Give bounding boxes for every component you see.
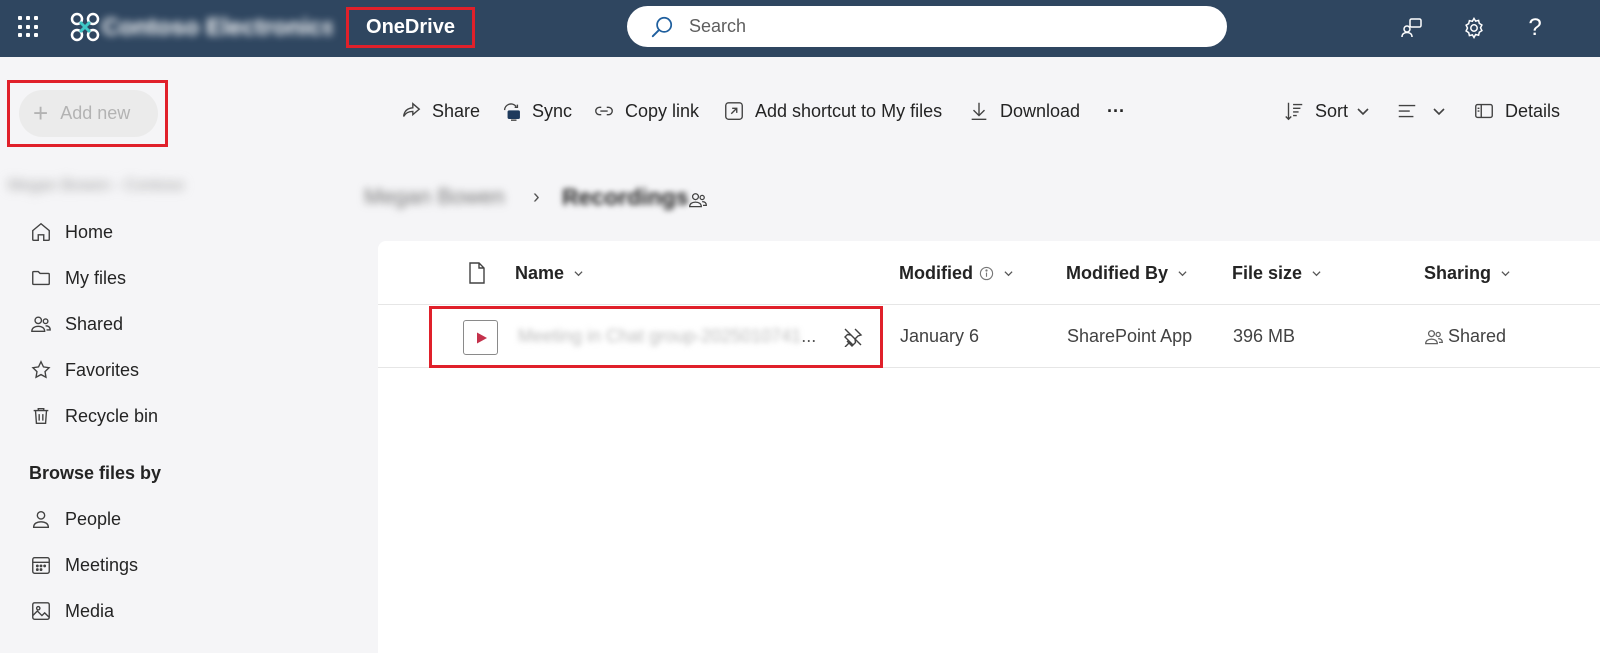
sort-label: Sort (1315, 100, 1349, 121)
org-logo-icon (70, 12, 100, 42)
chevron-down-icon (1004, 271, 1013, 277)
sync-label: Sync (532, 100, 573, 121)
file-type-icon[interactable] (467, 262, 487, 284)
copy-link-button[interactable]: Copy link (593, 96, 699, 126)
nav-meetings-label: Meetings (65, 554, 139, 575)
download-button[interactable]: Download (968, 96, 1080, 126)
nav-meetings[interactable]: Meetings (30, 550, 138, 580)
chevron-down-icon (1178, 271, 1187, 277)
download-label: Download (1000, 100, 1081, 121)
nav-my-files[interactable]: My files (30, 263, 126, 293)
search-icon (651, 16, 673, 37)
add-shortcut-button[interactable]: Add shortcut to My files (723, 96, 942, 126)
chevron-down-icon (1312, 271, 1321, 277)
breadcrumb-parent[interactable]: Megan Bowen (364, 184, 524, 212)
breadcrumb-separator-icon: › (533, 186, 540, 208)
top-bar: Contoso Electronics OneDrive ? (0, 0, 1600, 57)
pin-off-icon[interactable] (843, 327, 863, 347)
image-icon (32, 602, 50, 620)
help-icon[interactable]: ? (1521, 14, 1549, 42)
app-title[interactable]: OneDrive (346, 7, 475, 48)
add-new-label: Add new (60, 103, 131, 123)
table-row[interactable]: Meeting in Chat group-2025010741... Janu… (378, 306, 1600, 368)
details-button[interactable]: Details (1473, 96, 1560, 126)
sort-icon (1285, 102, 1303, 121)
download-icon (971, 102, 987, 120)
breadcrumb-current: Recordings (562, 184, 689, 210)
star-icon (31, 360, 51, 379)
column-sharing[interactable]: Sharing (1424, 263, 1510, 284)
trash-icon (33, 407, 49, 425)
add-new-highlight: + Add new (7, 80, 168, 147)
folder-icon (32, 270, 50, 286)
modified-date: January 6 (900, 326, 980, 346)
file-name-highlight: Meeting in Chat group-2025010741... (429, 306, 883, 368)
file-size-value: 396 MB (1233, 326, 1296, 346)
nav-media[interactable]: Media (30, 596, 114, 626)
share-icon (402, 102, 421, 117)
info-icon (979, 266, 994, 281)
chevron-down-icon (1501, 271, 1510, 277)
nav-shared-label: Shared (65, 313, 124, 334)
settings-gear-icon[interactable] (1460, 14, 1488, 42)
sync-icon (503, 103, 520, 121)
feedback-icon[interactable] (1398, 14, 1426, 42)
search-input[interactable] (689, 16, 1189, 37)
column-modified[interactable]: Modified (899, 263, 1013, 284)
plus-icon: + (33, 98, 49, 128)
details-label: Details (1505, 100, 1561, 121)
more-actions-button[interactable]: ··· (1107, 96, 1125, 126)
share-button[interactable]: Share (400, 96, 480, 126)
video-file-icon (463, 320, 498, 355)
nav-home[interactable]: Home (30, 217, 113, 247)
modified-by-value: SharePoint App (1067, 326, 1193, 346)
sync-button[interactable]: Sync (500, 96, 572, 126)
nav-favorites-label: Favorites (65, 359, 140, 380)
chevron-down-icon (574, 271, 583, 277)
column-file-size[interactable]: File size (1232, 263, 1321, 284)
details-pane-icon (1475, 103, 1493, 119)
nav-shared[interactable]: Shared (30, 309, 123, 339)
share-label: Share (432, 100, 481, 121)
shared-people-icon (689, 193, 707, 208)
chevron-down-icon (1433, 108, 1445, 116)
view-options-button[interactable] (1396, 96, 1446, 126)
people-icon (31, 316, 51, 333)
file-name-link[interactable]: Meeting in Chat group-2025010741... (518, 326, 816, 347)
nav-home-label: Home (65, 221, 114, 242)
sharing-status[interactable]: Shared (1424, 326, 1506, 347)
copy-link-label: Copy link (625, 100, 700, 121)
add-shortcut-label: Add shortcut to My files (755, 100, 943, 121)
app-launcher-icon[interactable] (18, 16, 40, 38)
person-icon (32, 510, 50, 528)
people-icon (1425, 329, 1443, 344)
column-modified-by[interactable]: Modified By (1066, 263, 1187, 284)
file-list-header: Name Modified Modified By File size Shar… (378, 241, 1600, 305)
calendar-icon (32, 556, 50, 574)
nav-people[interactable]: People (30, 504, 121, 534)
sort-button[interactable]: Sort (1283, 96, 1370, 126)
add-new-button[interactable]: + Add new (19, 90, 158, 137)
list-view-icon (1398, 104, 1416, 118)
browse-files-title: Browse files by (29, 463, 162, 483)
link-icon (595, 106, 613, 116)
search-box[interactable] (627, 6, 1227, 47)
file-list: Name Modified Modified By File size Shar… (378, 241, 1600, 653)
org-name[interactable]: Contoso Electronics (102, 14, 332, 42)
shortcut-icon (725, 102, 743, 120)
column-name[interactable]: Name (515, 263, 583, 284)
nav-people-label: People (65, 508, 122, 529)
chevron-down-icon (1357, 108, 1369, 116)
nav-my-files-label: My files (65, 267, 127, 288)
left-sidebar: + Add new Megan Bowen - Contoso Home My … (0, 57, 378, 653)
nav-media-label: Media (65, 600, 115, 621)
account-name: Megan Bowen - Contoso (8, 177, 185, 194)
nav-recycle-bin[interactable]: Recycle bin (30, 401, 158, 431)
nav-favorites[interactable]: Favorites (30, 355, 139, 385)
home-icon (32, 222, 50, 241)
nav-recycle-bin-label: Recycle bin (65, 405, 159, 426)
